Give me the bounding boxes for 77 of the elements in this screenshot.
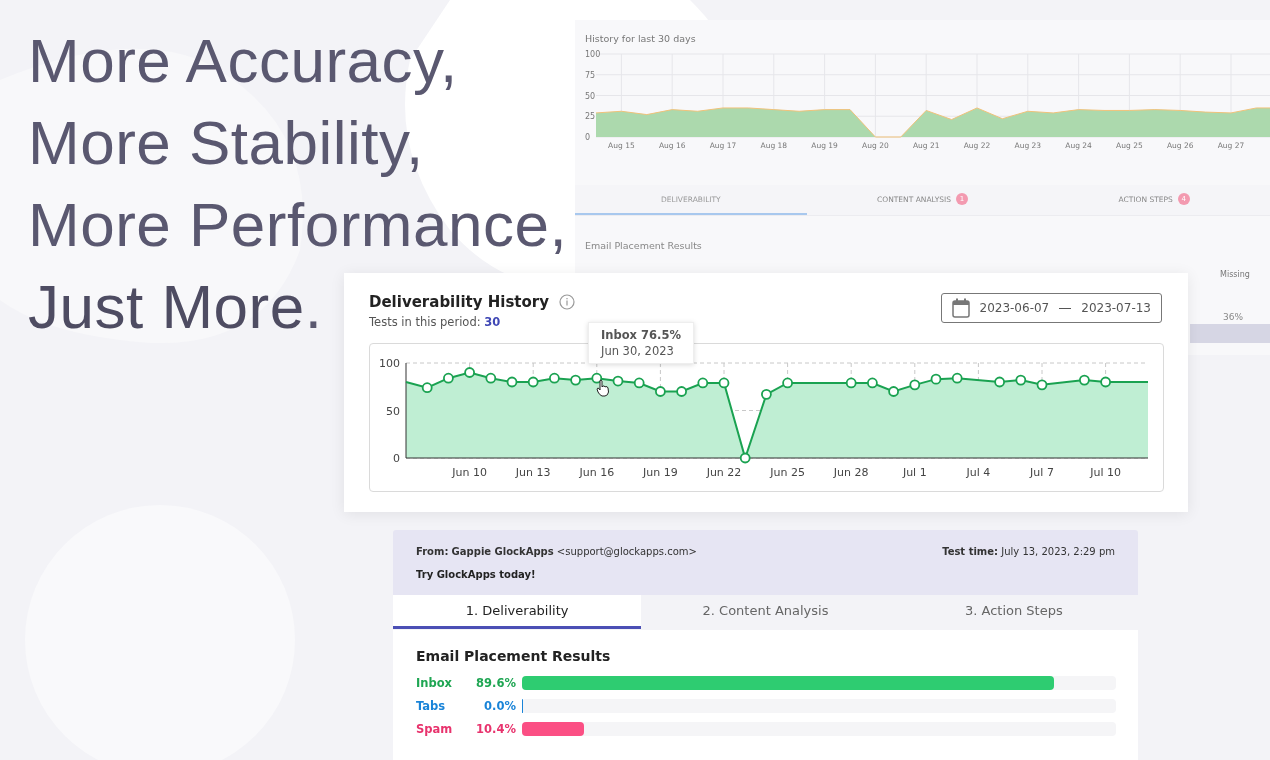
point <box>527 376 539 388</box>
x-tick-label: Jun 28 <box>832 466 869 479</box>
x-tick-label: Jun 16 <box>578 466 615 479</box>
point <box>867 377 878 389</box>
column-header: Missing <box>1220 270 1250 279</box>
point <box>464 367 475 378</box>
point <box>676 386 687 397</box>
x-tick-label: Jun 13 <box>514 466 551 479</box>
y-tick-label: 50 <box>585 91 596 101</box>
point <box>951 372 963 384</box>
calendar-icon <box>951 298 970 318</box>
chart-title: History for last 30 days <box>585 33 696 44</box>
y-tick-label: 50 <box>386 404 400 418</box>
percent-value: 36% <box>1223 312 1243 322</box>
date-range-field[interactable]: 2023-06-07 2023-07-13 <box>940 293 1162 323</box>
y-tick-label: 0 <box>393 452 400 465</box>
section-title: Email Placement Results <box>585 240 702 251</box>
point <box>739 452 751 464</box>
headline-line: More Stability, <box>28 107 424 179</box>
headline-line: More Performance, <box>28 189 568 261</box>
tooltip-date: Jun 30, 2023 <box>601 344 675 358</box>
sender-line: From: Gappie GlockApps <support@glockapps.com> <box>416 546 697 557</box>
tests-count: 30 <box>484 315 501 329</box>
report-tab[interactable]: 3. Action Steps <box>889 595 1138 629</box>
placement-label: Tabs <box>416 699 447 713</box>
point <box>697 377 709 389</box>
placement-percent: 0.0% <box>483 699 516 713</box>
point <box>655 386 666 397</box>
tooltip-title: Inbox 76.5% <box>601 328 681 342</box>
point <box>888 386 899 397</box>
point <box>570 374 581 386</box>
point <box>930 373 942 385</box>
point <box>845 377 857 389</box>
point <box>761 388 772 400</box>
point <box>994 376 1005 388</box>
y-tick-label: 100 <box>379 357 400 370</box>
test-time: Test time: July 13, 2023, 2:29 pm <box>942 546 1115 557</box>
x-tick-label: Jul 1 <box>901 466 927 479</box>
point <box>591 372 603 384</box>
placement-percent: 89.6% <box>475 676 516 691</box>
point <box>421 382 433 394</box>
y-tick-label: 25 <box>585 112 596 122</box>
card-title: Deliverability History <box>369 293 549 311</box>
x-tick-label: Jul 7 <box>1029 466 1054 479</box>
tests-label: Tests in this period: <box>369 315 481 329</box>
x-tick-label: Jun 22 <box>705 466 742 479</box>
point <box>633 377 645 389</box>
point <box>718 377 730 389</box>
point <box>485 372 497 384</box>
point <box>443 372 454 384</box>
y-tick-label: 100 <box>585 50 601 59</box>
point <box>1100 376 1111 388</box>
placement-label: Spam <box>416 721 454 736</box>
report-tab[interactable]: 1. Deliverability <box>393 595 642 629</box>
point <box>782 377 793 389</box>
x-tick-label: Jul 4 <box>965 466 991 479</box>
point <box>506 376 518 388</box>
x-tick-label: Jun 25 <box>769 466 805 479</box>
placement-percent: 10.4% <box>475 721 516 736</box>
report-tab[interactable]: 2. Content Analysis <box>641 595 890 629</box>
point <box>1036 379 1048 391</box>
point <box>1015 374 1027 386</box>
y-tick-label: 75 <box>585 70 596 80</box>
placement-label: Inbox <box>416 676 454 691</box>
headline-line: Just More. <box>28 271 323 343</box>
info-icon[interactable] <box>559 294 575 310</box>
point <box>612 375 624 387</box>
section-title: Email Placement Results <box>416 648 612 664</box>
y-tick-label: 0 <box>585 133 591 142</box>
point <box>1079 374 1090 386</box>
x-tick-label: Jun 19 <box>642 466 678 479</box>
email-subject: Try GlockApps today! <box>416 569 537 580</box>
point <box>909 379 921 391</box>
x-tick-label: Jul 10 <box>1089 466 1121 479</box>
point <box>549 372 560 384</box>
x-tick-label: Jun 10 <box>451 466 487 479</box>
headline-line: More Accuracy, <box>28 25 458 97</box>
